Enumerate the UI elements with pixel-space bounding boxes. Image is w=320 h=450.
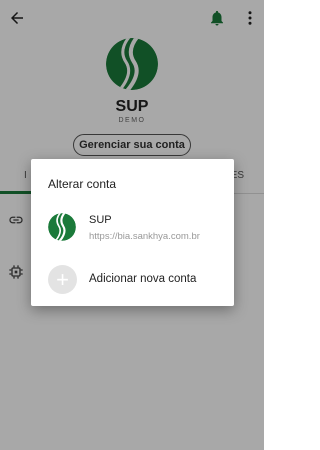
- account-avatar-logo[interactable]: [47, 212, 77, 242]
- account-name[interactable]: SUP: [89, 214, 112, 226]
- add-account-plus-icon[interactable]: +: [48, 265, 77, 294]
- account-url[interactable]: https://bia.sankhya.com.br: [89, 231, 200, 242]
- switch-account-dialog: Alterar conta SUP https://bia.sankhya.co…: [31, 159, 234, 306]
- dialog-title: Alterar conta: [48, 177, 117, 191]
- add-account-button[interactable]: Adicionar nova conta: [89, 273, 196, 285]
